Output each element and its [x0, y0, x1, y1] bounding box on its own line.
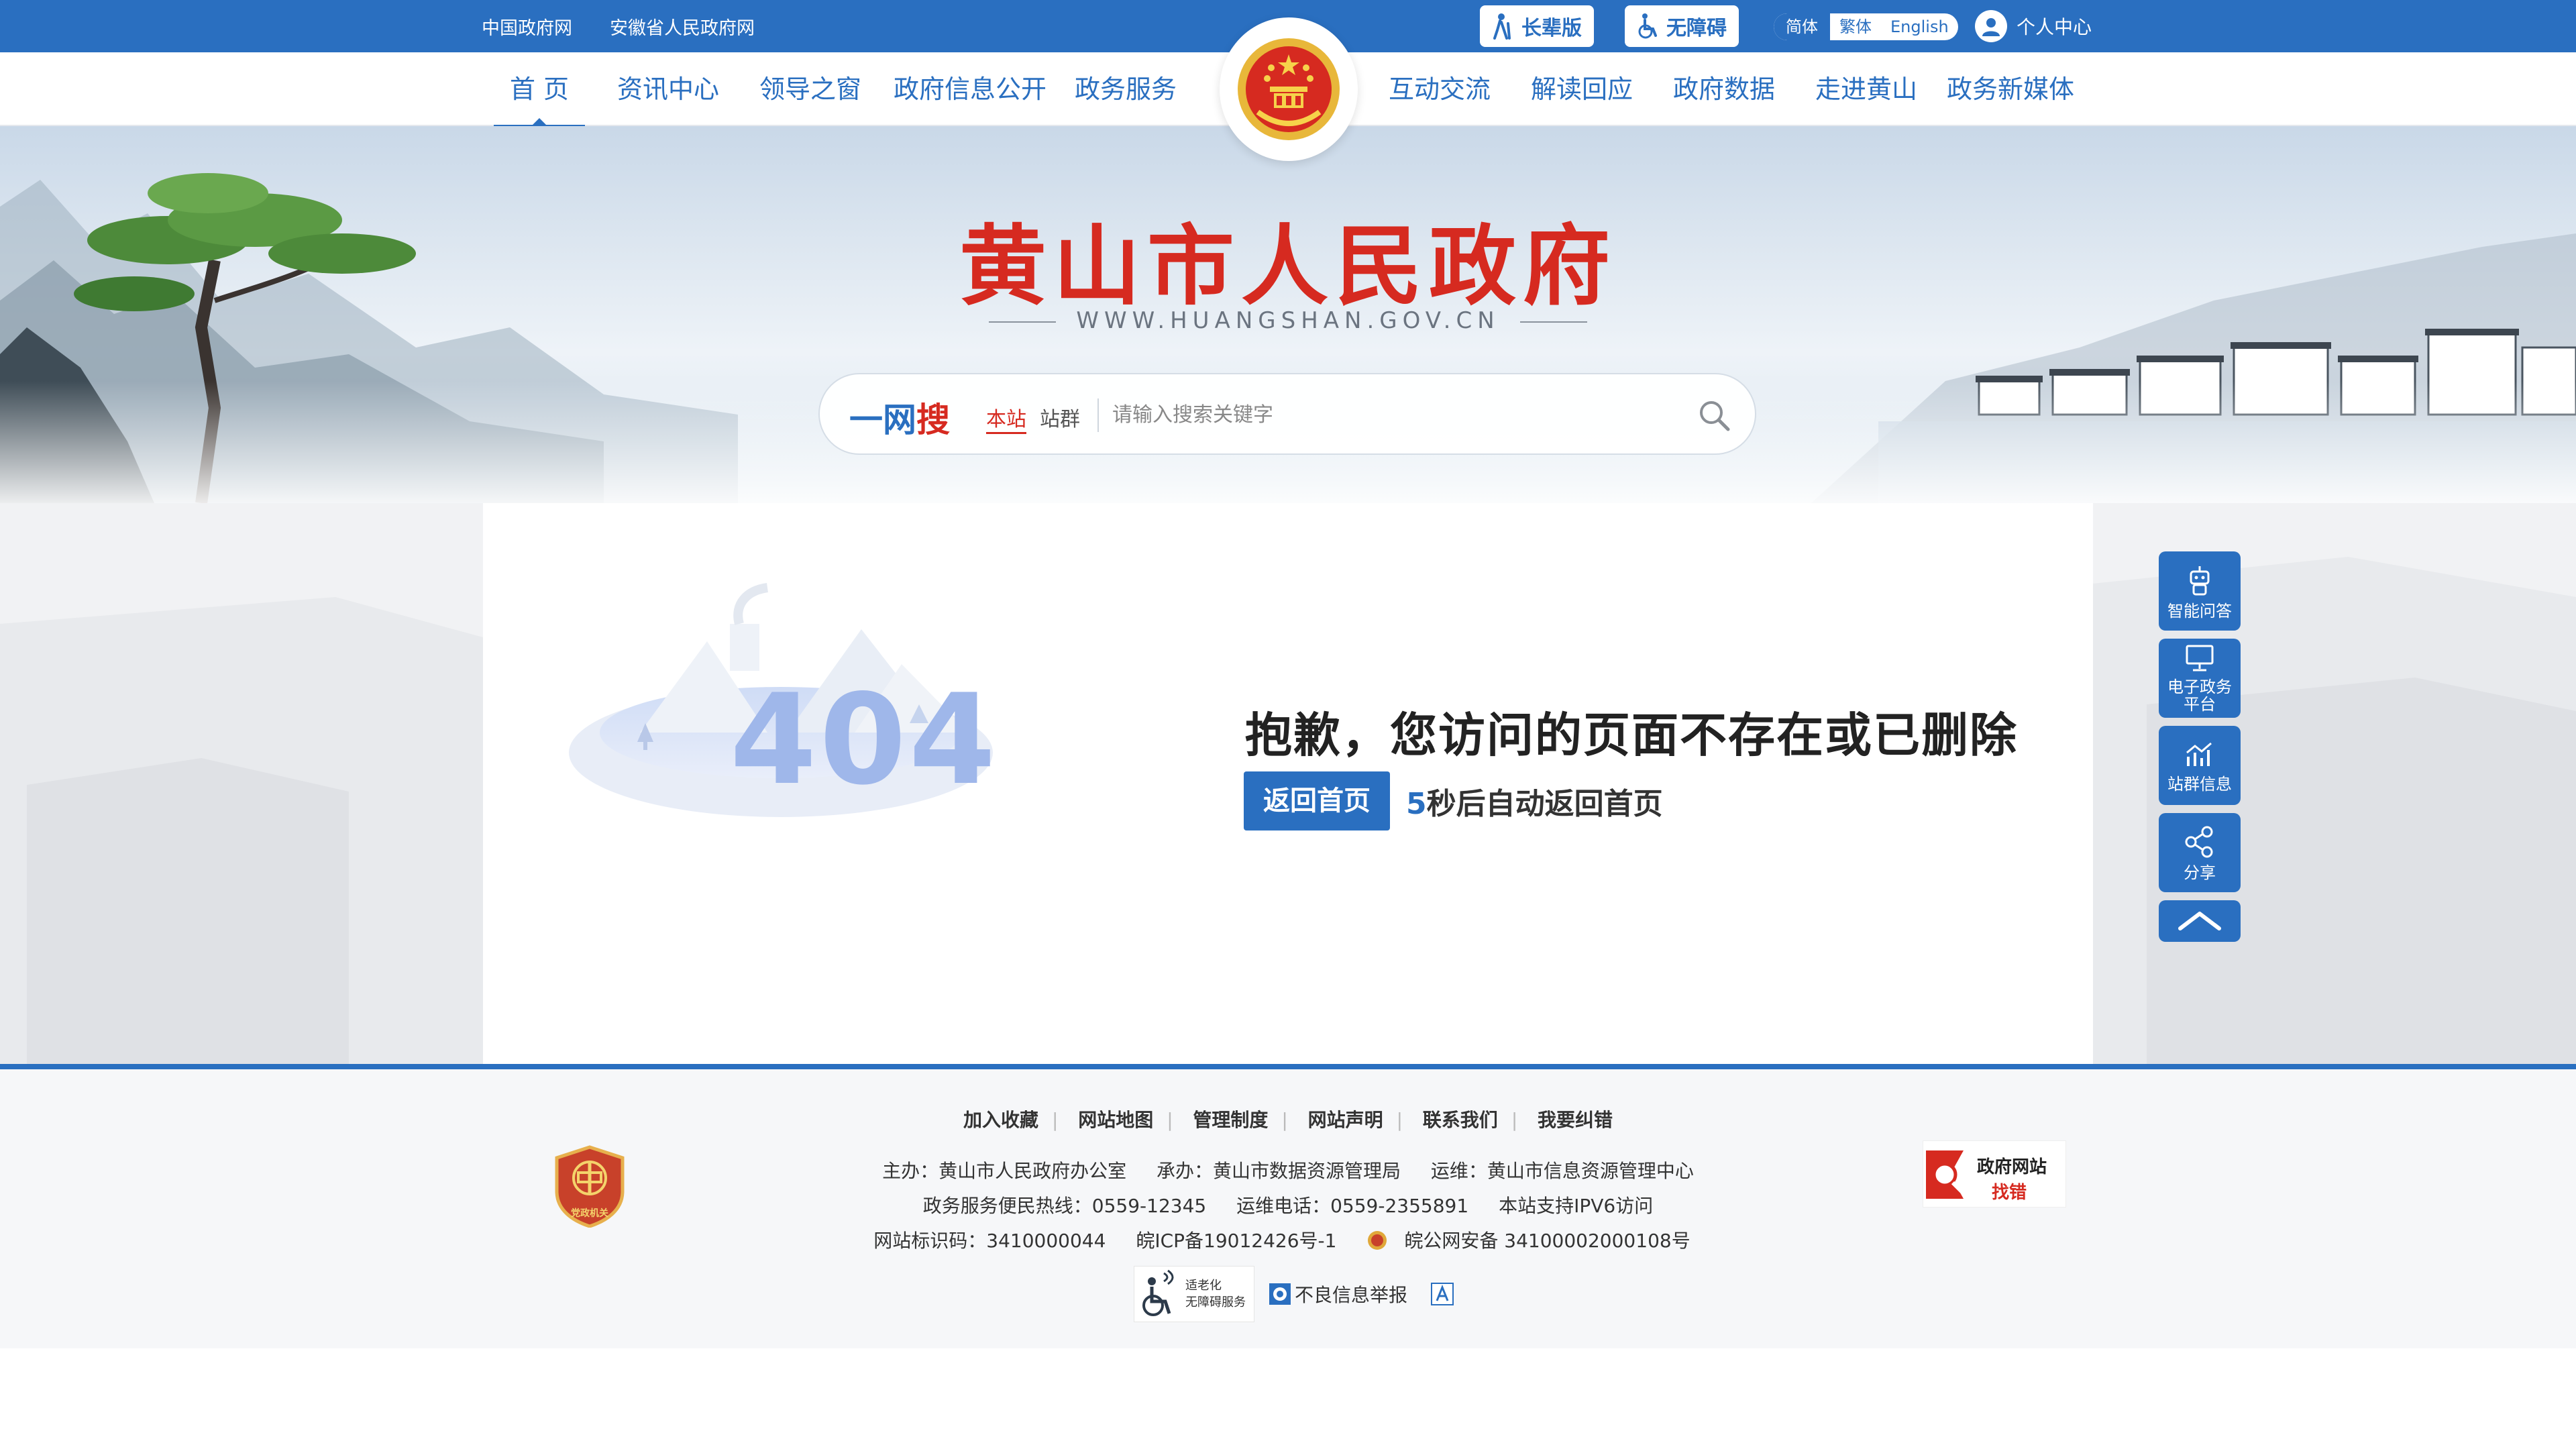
chevron-up-icon [2178, 912, 2221, 930]
accessibility-label: 无障碍 [1666, 17, 1727, 40]
top-links: 中国政府网 安徽省人民政府网 [482, 0, 755, 52]
nav-interaction[interactable]: 互动交流 [1389, 52, 1491, 126]
nav-gov-info[interactable]: 政府信息公开 [894, 52, 1046, 126]
footer-host: 主办：黄山市人民政府办公室 [882, 1160, 1127, 1182]
side-smart-qa[interactable]: 智能问答 [2159, 551, 2241, 631]
site-title: 黄山市人民政府 [959, 215, 1617, 317]
link-china-gov[interactable]: 中国政府网 [482, 13, 572, 40]
wheelchair-icon [1142, 1269, 1174, 1316]
footer-police-record[interactable]: 皖公网安备 34100002000108号 [1366, 1230, 1702, 1252]
elder-icon [1492, 13, 1515, 40]
find-error-label: 找错 [1992, 1183, 2027, 1203]
footer-link-regulations[interactable]: 管理制度 [1179, 1109, 1281, 1131]
national-emblem-icon [1238, 38, 1340, 140]
nav-news[interactable]: 资讯中心 [617, 52, 719, 126]
footer: 加入收藏 | 网站地图 | 管理制度 | 网站声明 | 联系我们 | 我要纠错 党政机关 … [0, 1064, 2576, 1348]
police-emblem-icon [1368, 1231, 1387, 1250]
footer-registration-line: 网站标识码：3410000044 皖ICP备19012426号-1 皖公网安备 … [0, 1226, 2576, 1253]
nav-about-huangshan[interactable]: 走进黄山 [1815, 52, 1917, 126]
footer-link-statement[interactable]: 网站声明 [1295, 1109, 1397, 1131]
footer-ipv6: 本站支持IPV6访问 [1499, 1195, 1654, 1217]
search-divider [1097, 398, 1099, 432]
lang-traditional[interactable]: 繁体 [1830, 13, 1881, 40]
return-home-button[interactable]: 返回首页 [1244, 771, 1390, 830]
elder-accessibility-badge[interactable]: 适老化 无障碍服务 [1134, 1266, 1254, 1322]
footer-contact-line: 政务服务便民热线：0559-12345 运维电话：0559-2355891 本站… [0, 1191, 2576, 1218]
search-input[interactable] [1112, 394, 1689, 435]
search-bar: 一网搜 本站 站群 [818, 373, 1756, 455]
footer-link-sitemap[interactable]: 网站地图 [1065, 1109, 1167, 1131]
error-content-panel: 404 抱歉，您访问的页面不存在或已删除 返回首页 5秒后自动返回首页 [483, 503, 2093, 1064]
search-scope-site[interactable]: 本站 [986, 402, 1026, 434]
nav-new-media[interactable]: 政务新媒体 [1947, 52, 2074, 126]
accessibility-button[interactable]: 无障碍 [1625, 5, 1739, 47]
magnifier-icon [1926, 1150, 1966, 1199]
footer-hotline: 政务服务便民热线：0559-12345 [922, 1195, 1207, 1217]
footer-link-contact[interactable]: 联系我们 [1409, 1109, 1511, 1131]
language-switcher: 简体 繁体 English [1774, 13, 1958, 40]
side-egov-platform[interactable]: 电子政务 平台 [2159, 639, 2241, 718]
accessibility-a-icon[interactable] [1430, 1282, 1454, 1306]
nav-services[interactable]: 政务服务 [1075, 52, 1177, 126]
header-banner: 黄山市人民政府 WWW.HUANGSHAN.GOV.CN 一网搜 本站 站群 [0, 126, 2576, 503]
link-anhui-gov[interactable]: 安徽省人民政府网 [610, 13, 755, 40]
monitor-icon [2186, 645, 2214, 672]
report-icon [1269, 1283, 1291, 1305]
footer-operator: 运维：黄山市信息资源管理中心 [1430, 1160, 1694, 1182]
countdown-label: 秒后自动返回首页 [1426, 787, 1663, 821]
personal-center-link[interactable]: 个人中心 [1975, 9, 2092, 43]
back-to-top-button[interactable] [2159, 900, 2241, 942]
footer-link-report-error[interactable]: 我要纠错 [1524, 1109, 1626, 1131]
countdown-text: 5秒后自动返回首页 [1406, 780, 1663, 822]
footer-site-id: 网站标识码：3410000044 [873, 1230, 1106, 1252]
side-site-group-info[interactable]: 站群信息 [2159, 726, 2241, 805]
lang-english[interactable]: English [1881, 13, 1958, 40]
error-code: 404 [730, 667, 999, 812]
footer-service-icons: 适老化 无障碍服务 不良信息举报 [1134, 1264, 1454, 1324]
footer-icp[interactable]: 皖ICP备19012426号-1 [1136, 1230, 1336, 1252]
search-scope-group[interactable]: 站群 [1040, 402, 1080, 432]
countdown-seconds: 5 [1406, 787, 1427, 821]
nav-gov-data[interactable]: 政府数据 [1673, 52, 1775, 126]
elder-version-label: 长辈版 [1521, 17, 1582, 40]
robot-icon [2190, 566, 2210, 596]
national-emblem[interactable] [1220, 17, 1358, 161]
lang-simplified[interactable]: 简体 [1774, 13, 1830, 40]
footer-links: 加入收藏 | 网站地图 | 管理制度 | 网站声明 | 联系我们 | 我要纠错 [0, 1106, 2576, 1132]
footer-sponsor-line: 主办：黄山市人民政府办公室 承办：黄山市数据资源管理局 运维：黄山市信息资源管理… [0, 1157, 2576, 1183]
wheelchair-icon [1637, 13, 1660, 40]
side-share[interactable]: 分享 [2159, 813, 2241, 892]
personal-center-label: 个人中心 [2017, 16, 2092, 38]
elder-service-text: 适老化 无障碍服务 [1185, 1279, 1246, 1310]
gov-site-error-report-badge[interactable]: 政府网站 找错 [1923, 1140, 2066, 1208]
site-url: WWW.HUANGSHAN.GOV.CN [0, 307, 2576, 334]
search-icon[interactable] [1696, 397, 1733, 435]
nav-interpretation[interactable]: 解读回应 [1531, 52, 1633, 126]
footer-link-favorite[interactable]: 加入收藏 [950, 1109, 1052, 1131]
elder-version-button[interactable]: 长辈版 [1480, 5, 1594, 47]
user-icon [1975, 10, 2007, 42]
error-message: 抱歉，您访问的页面不存在或已删除 [1245, 708, 2018, 763]
share-icon [2185, 826, 2213, 858]
side-float-panel: 智能问答 电子政务 平台 站群信息 分享 [2159, 551, 2241, 942]
search-brand: 一网搜 [849, 400, 950, 439]
footer-ops-phone: 运维电话：0559-2355891 [1236, 1195, 1469, 1217]
gov-site-label: 政府网站 [1977, 1157, 2047, 1177]
nav-leaders[interactable]: 领导之窗 [759, 52, 861, 126]
footer-organizer: 承办：黄山市数据资源管理局 [1156, 1160, 1401, 1182]
report-bad-info-link[interactable]: 不良信息举报 [1268, 1281, 1407, 1307]
nav-home[interactable]: 首 页 [494, 52, 585, 127]
chart-icon [2186, 742, 2212, 766]
